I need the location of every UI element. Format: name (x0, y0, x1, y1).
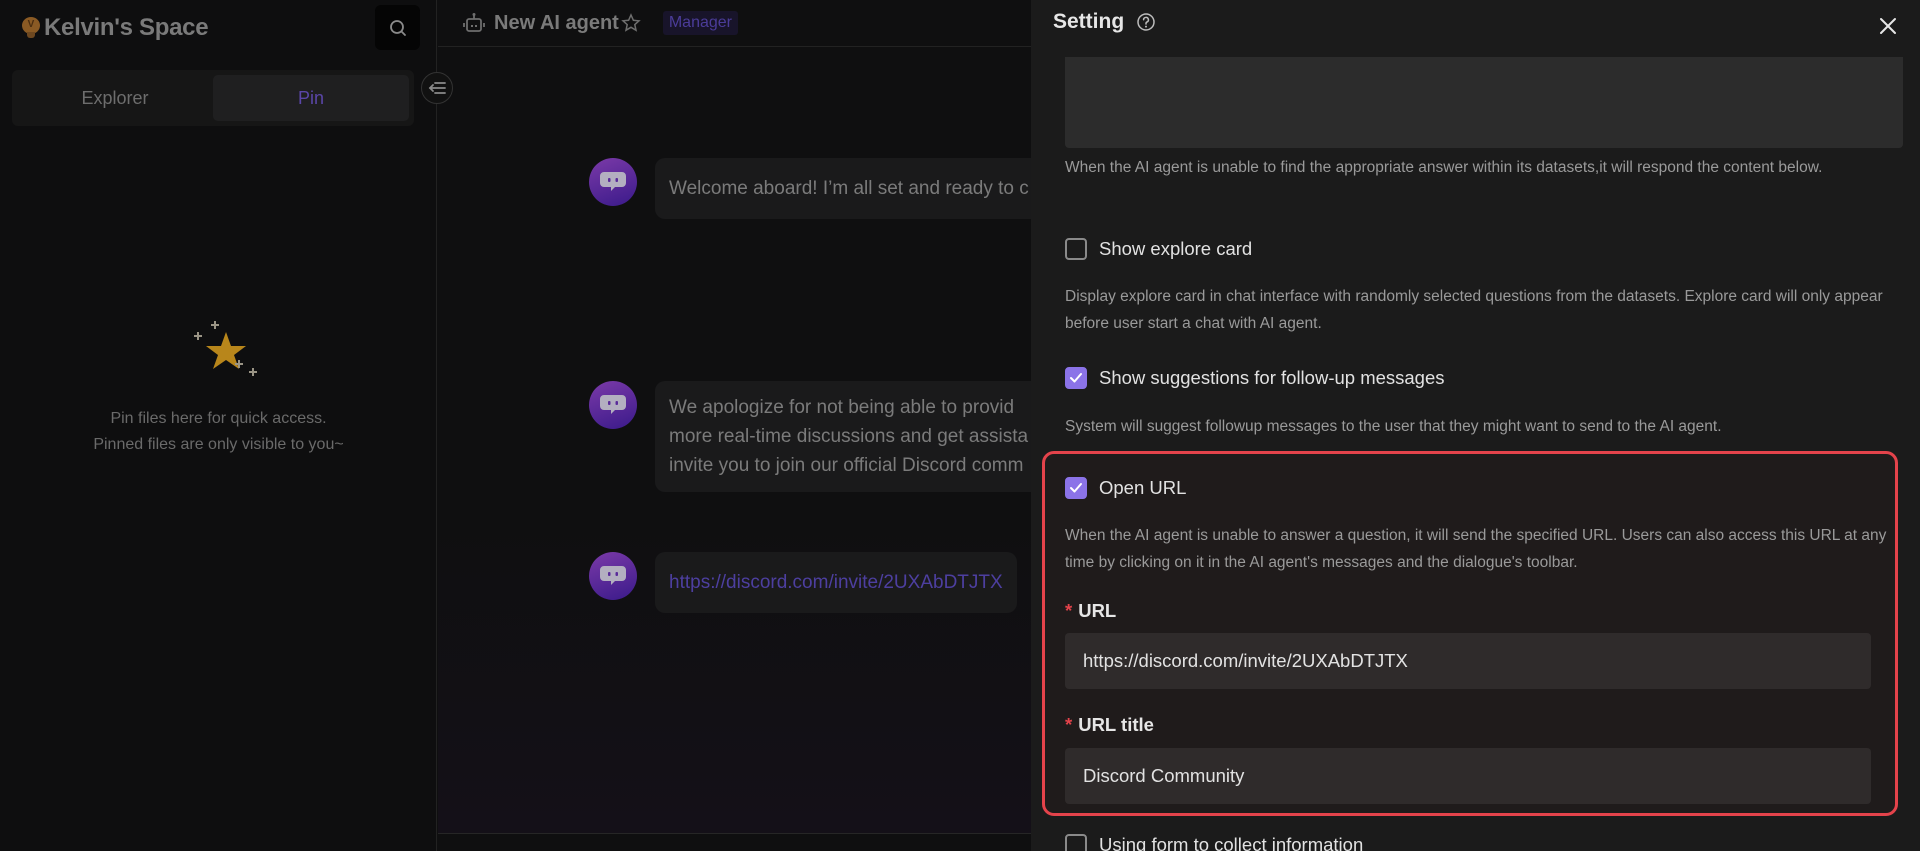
message-item: https://discord.com/invite/2UXAbDTJTX (589, 552, 1017, 613)
check-icon (1070, 373, 1082, 383)
checkbox-unchecked[interactable] (1065, 238, 1087, 260)
close-button[interactable] (1874, 12, 1902, 40)
pin-empty-state: Pin files here for quick access. Pinned … (0, 318, 437, 458)
tab-explorer[interactable]: Explorer (17, 75, 213, 121)
message-bubble: Welcome aboard! I’m all set and ready to… (655, 158, 1055, 219)
option-label: Using form to collect information (1099, 834, 1364, 851)
bot-avatar (589, 552, 637, 600)
tab-pin[interactable]: Pin (213, 75, 409, 121)
star-favorite-icon[interactable] (621, 13, 641, 33)
fallback-response-textarea[interactable] (1065, 57, 1903, 148)
option-form-collect[interactable]: Using form to collect information (1065, 834, 1363, 851)
option-help-text: When the AI agent is unable to answer a … (1065, 527, 1887, 571)
empty-state-line-2: Pinned files are only visible to you~ (93, 436, 344, 453)
search-button[interactable] (375, 5, 420, 50)
message-item: We apologize for not being able to provi… (589, 381, 1055, 492)
chat-header: New AI agent Manager (438, 0, 1031, 47)
checkbox-unchecked[interactable] (1065, 834, 1087, 851)
message-item: Welcome aboard! I’m all set and ready to… (589, 158, 1055, 219)
url-title-input[interactable] (1065, 748, 1871, 804)
option-label: Show suggestions for follow-up messages (1099, 367, 1445, 388)
agent-name: New AI agent (494, 11, 619, 34)
collapse-menu-icon (428, 82, 446, 94)
message-line: invite you to join our official Discord … (669, 455, 1024, 476)
chat-area: New AI agent Manager Welcome aboard! I’m… (438, 0, 1055, 851)
role-badge: Manager (662, 11, 738, 35)
message-line: more real-time discussions and get assis… (669, 426, 1029, 447)
message-line: We apologize for not being able to provi… (669, 397, 1015, 418)
lightbulb-logo-icon: V (22, 17, 40, 39)
chat-input-area (438, 833, 1031, 851)
setting-panel: Setting When the AI agent is unable to f… (1031, 0, 1920, 851)
option-show-explore-card[interactable]: Show explore card (1065, 238, 1252, 260)
star-sparkle-icon (169, 318, 269, 388)
chat-bubble-icon (600, 566, 626, 585)
option-help-text: Display explore card in chat interface w… (1065, 288, 1883, 332)
url-input[interactable] (1065, 633, 1871, 689)
required-mark: * (1065, 600, 1073, 621)
panel-title: Setting (1053, 10, 1125, 33)
option-label: Show explore card (1099, 238, 1253, 259)
bot-avatar (589, 381, 637, 429)
chat-bubble-icon (600, 172, 626, 191)
chat-bubble-icon (600, 395, 626, 414)
app-window: V Kelvin's Space Explorer Pin Pin files … (0, 0, 1920, 851)
message-bubble: We apologize for not being able to provi… (655, 381, 1055, 492)
workspace-title: Kelvin's Space (44, 14, 209, 41)
required-mark: * (1065, 714, 1073, 735)
collapse-sidebar-button[interactable] (421, 72, 453, 104)
message-list: Welcome aboard! I’m all set and ready to… (438, 48, 1055, 833)
robot-icon (463, 13, 485, 32)
panel-header: Setting (1053, 10, 1156, 34)
checkbox-checked[interactable] (1065, 477, 1087, 499)
bot-avatar (589, 158, 637, 206)
check-icon (1070, 483, 1082, 493)
search-icon (389, 19, 406, 36)
url-field-label: * URL (1065, 600, 1117, 621)
option-open-url[interactable]: Open URL (1065, 477, 1186, 499)
fallback-help-text: When the AI agent is unable to find the … (1065, 159, 1823, 176)
empty-state-line-1: Pin files here for quick access. (110, 410, 327, 427)
option-followup-suggestions[interactable]: Show suggestions for follow-up messages (1065, 367, 1445, 389)
discord-link-message[interactable]: https://discord.com/invite/2UXAbDTJTX (655, 552, 1017, 613)
checkbox-checked[interactable] (1065, 367, 1087, 389)
sidebar: V Kelvin's Space Explorer Pin Pin files … (0, 0, 437, 851)
close-icon (1880, 18, 1896, 34)
workspace-brand[interactable]: V Kelvin's Space (22, 14, 209, 42)
option-help-text: System will suggest followup messages to… (1065, 418, 1722, 435)
help-circle-icon[interactable] (1136, 12, 1156, 32)
option-label: Open URL (1099, 477, 1187, 498)
url-title-field-label: * URL title (1065, 714, 1154, 735)
sidebar-tabs: Explorer Pin (12, 70, 414, 126)
